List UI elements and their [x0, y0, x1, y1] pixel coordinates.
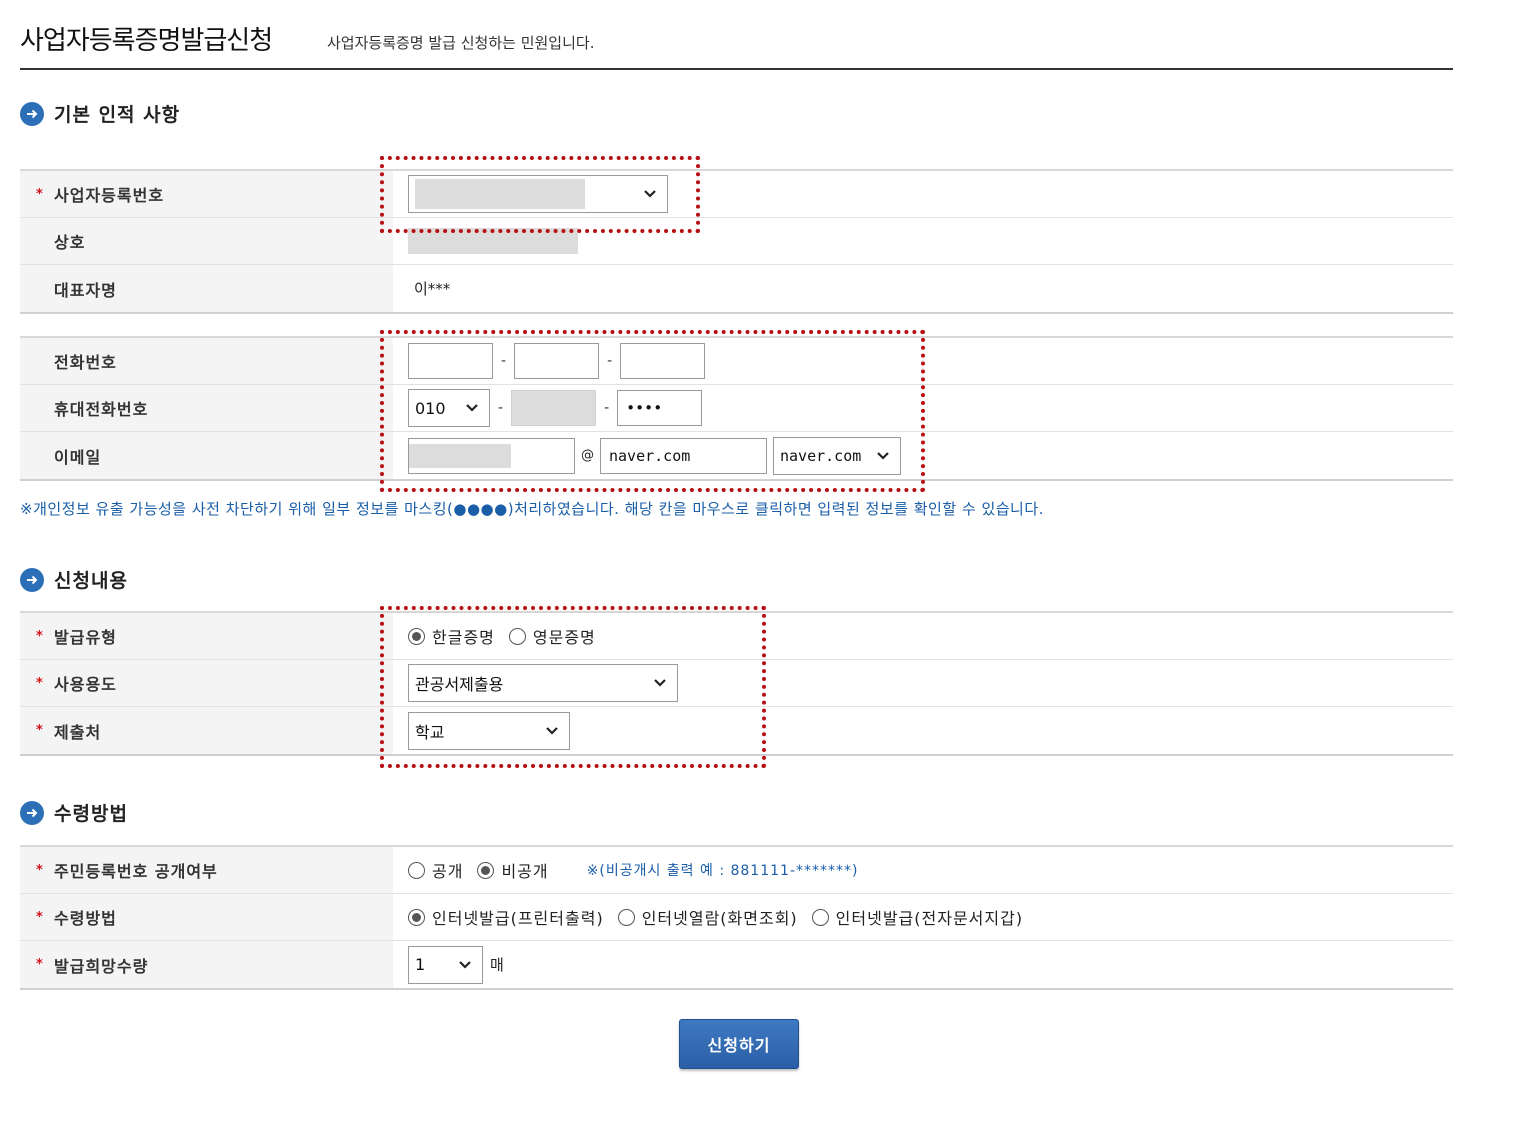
submit-to-select[interactable]: 학교 [408, 711, 570, 750]
chevron-down-icon [654, 679, 666, 687]
issue-type-label: 발급유형 [54, 628, 117, 647]
submit-to-label: 제출처 [54, 722, 102, 742]
row-issue-type: * 발급유형 한글증명 영문증명 [20, 613, 1453, 660]
row-ceo: 대표자명 이*** [20, 265, 1453, 312]
phone-part2-input[interactable] [514, 343, 600, 379]
receipt-method-label: 수령방법 [54, 909, 117, 928]
page-subtitle: 사업자등록증명 발급 신청하는 민원입니다. [327, 34, 595, 52]
radio-method-print[interactable]: 인터넷발급(프린터출력) [408, 905, 604, 929]
email-id-input[interactable] [408, 437, 575, 474]
row-company: 상호 [20, 218, 1453, 265]
chevron-down-icon [877, 451, 889, 460]
required-mark: * [36, 186, 44, 202]
chevron-down-icon [546, 726, 558, 735]
mobile-label: 휴대전화번호 [54, 400, 149, 419]
mobile-last-input[interactable]: •••• [617, 390, 703, 426]
radio-rrn-private[interactable]: 비공개 [477, 858, 548, 882]
rrn-label: 주민등록번호 공개여부 [54, 862, 218, 881]
row-quantity: * 발급희망수량 1 매 [20, 941, 1453, 988]
section-title: 기본 인적 사항 [54, 104, 181, 126]
row-receipt-method: * 수령방법 인터넷발급(프린터출력) 인터넷열람(화면조회) 인터넷발급(전자문… [20, 894, 1453, 941]
radio-method-view[interactable]: 인터넷열람(화면조회) [617, 905, 798, 929]
quantity-select[interactable]: 1 [408, 945, 483, 984]
biz-no-label: 사업자등록번호 [54, 186, 165, 205]
email-domain-input[interactable]: naver.com [600, 437, 767, 474]
quantity-label: 발급희망수량 [54, 956, 149, 976]
radio-method-edoc[interactable]: 인터넷발급(전자문서지갑) [811, 905, 1023, 929]
chevron-down-icon [644, 190, 656, 198]
masking-notice: ※개인정보 유출 가능성을 사전 차단하기 위해 일부 정보를 마스킹(●●●●… [20, 500, 1044, 518]
section-heading-receipt: 수령방법 [20, 799, 128, 826]
row-rrn-disclosure: * 주민등록번호 공개여부 공개 비공개 ※(비공개시 출력 예 : 881111… [20, 847, 1453, 894]
ceo-value: 이*** [414, 280, 451, 298]
contact-table: 전화번호 - - 휴대전화번호 010 - - •••• 이메일 @ naver… [20, 336, 1453, 481]
company-value-masked [408, 228, 578, 254]
chevron-down-icon [459, 960, 471, 969]
email-label: 이메일 [54, 447, 102, 467]
phone-label: 전화번호 [54, 353, 117, 372]
arrow-right-icon [20, 101, 44, 126]
purpose-select[interactable]: 관공서제출용 [408, 664, 678, 702]
purpose-label: 사용용도 [54, 675, 117, 694]
radio-english[interactable]: 영문증명 [508, 624, 596, 648]
mobile-prefix-select[interactable]: 010 [408, 389, 490, 427]
row-purpose: * 사용용도 관공서제출용 [20, 660, 1453, 707]
ceo-label: 대표자명 [54, 280, 117, 300]
chevron-down-icon [466, 404, 478, 412]
row-mobile: 휴대전화번호 010 - - •••• [20, 385, 1453, 432]
section-heading-basic: 기본 인적 사항 [20, 100, 180, 127]
page-title: 사업자등록증명발급신청 [20, 26, 273, 56]
submit-button[interactable]: 신청하기 [679, 1019, 799, 1069]
masked-value [415, 179, 585, 209]
section-heading-application: 신청내용 [20, 566, 128, 593]
section-title: 신청내용 [54, 570, 128, 592]
phone-part1-input[interactable] [408, 343, 493, 379]
row-email: 이메일 @ naver.com naver.com [20, 432, 1453, 479]
biz-no-select[interactable] [408, 175, 668, 213]
receipt-table: * 주민등록번호 공개여부 공개 비공개 ※(비공개시 출력 예 : 881111… [20, 845, 1453, 990]
arrow-right-icon [20, 800, 44, 825]
arrow-right-icon [20, 567, 44, 592]
row-biz-no: * 사업자등록번호 [20, 171, 1453, 218]
phone-part3-input[interactable] [620, 343, 706, 379]
section-title: 수령방법 [54, 803, 128, 825]
basic-info-table: * 사업자등록번호 상호 대표자명 이*** [20, 169, 1453, 314]
application-table: * 발급유형 한글증명 영문증명 * 사용용도 관공서제출용 * 제출처 학교 [20, 611, 1453, 756]
rrn-hint: ※(비공개시 출력 예 : 881111-*******) [586, 863, 859, 879]
email-domain-select[interactable]: naver.com [773, 436, 901, 475]
quantity-unit: 매 [490, 956, 504, 974]
row-submit-to: * 제출처 학교 [20, 707, 1453, 754]
radio-korean[interactable]: 한글증명 [408, 624, 495, 648]
company-label: 상호 [54, 233, 86, 252]
mobile-middle-input[interactable] [511, 390, 597, 426]
page-header: 사업자등록증명발급신청 사업자등록증명 발급 신청하는 민원입니다. [20, 18, 1453, 70]
email-at: @ [581, 448, 594, 463]
radio-rrn-public[interactable]: 공개 [408, 858, 463, 882]
row-phone: 전화번호 - - [20, 338, 1453, 385]
